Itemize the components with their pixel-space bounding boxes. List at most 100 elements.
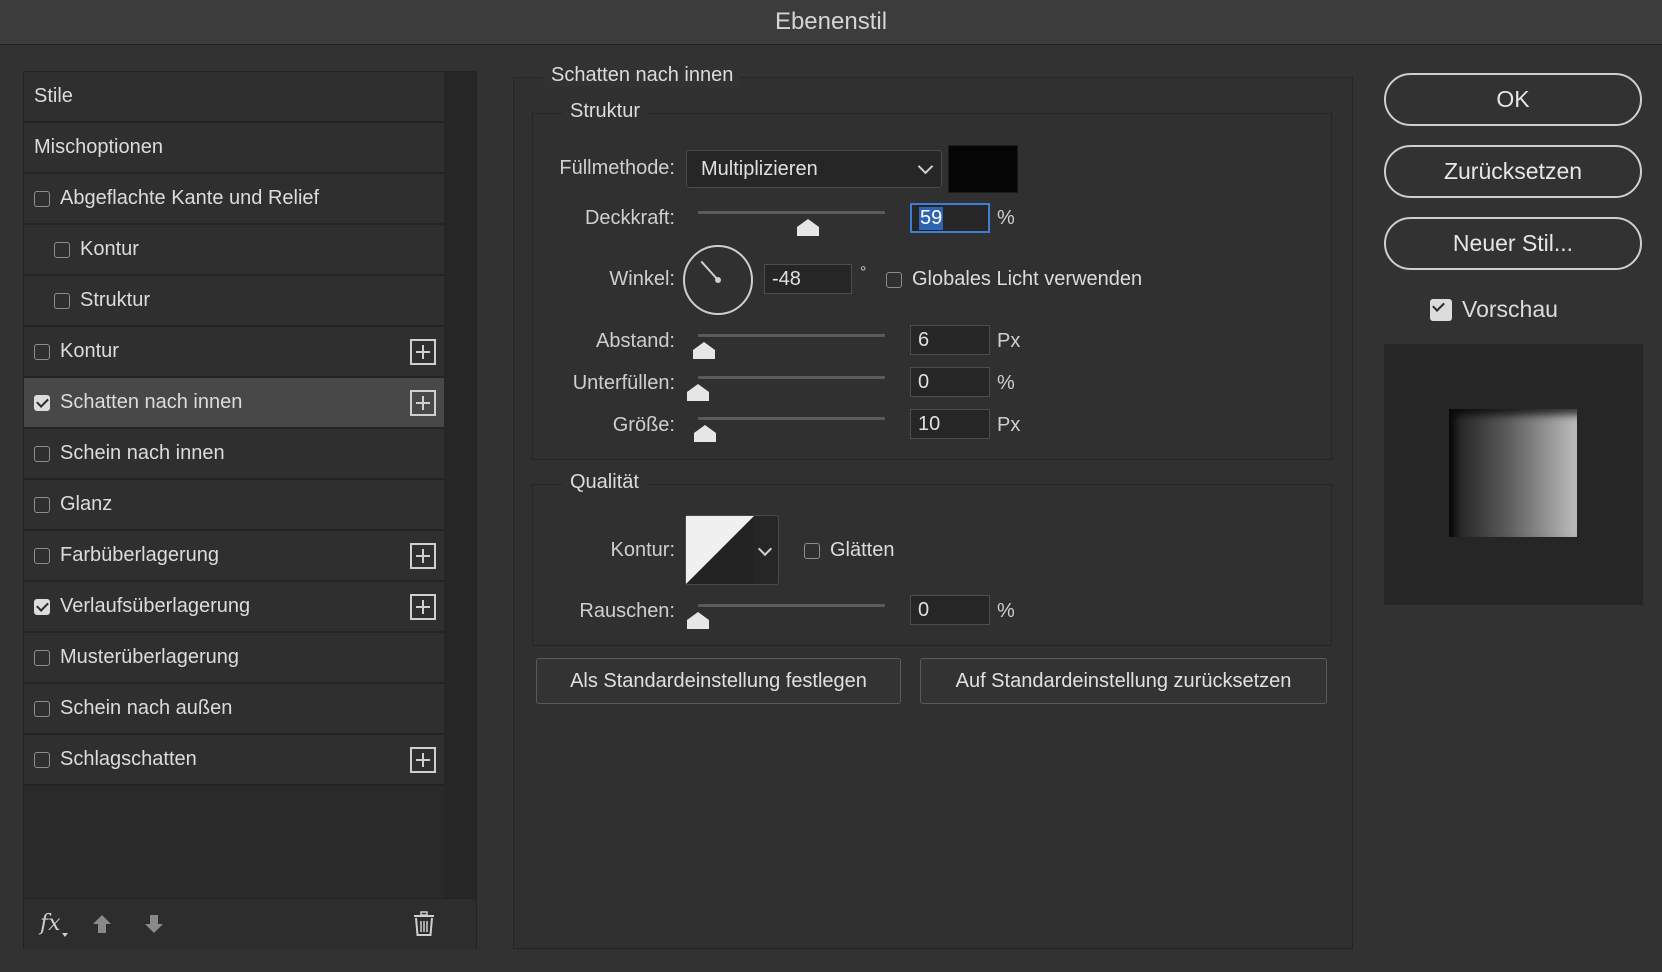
distance-input[interactable]: 6 — [910, 325, 990, 355]
opacity-unit: % — [997, 207, 1015, 229]
preview-checkbox[interactable]: Vorschau — [1430, 296, 1558, 323]
opacity-slider[interactable] — [698, 207, 885, 236]
style-item[interactable]: Musterüberlagerung — [24, 633, 444, 684]
trash-icon[interactable] — [412, 911, 436, 937]
panel-title: Schatten nach innen — [543, 64, 742, 87]
distance-slider[interactable] — [692, 330, 885, 359]
style-item[interactable]: Schein nach innen — [24, 429, 444, 480]
antialias-checkbox[interactable]: Glätten — [804, 539, 894, 562]
style-checkbox[interactable] — [34, 751, 50, 768]
style-checkbox[interactable] — [34, 445, 50, 462]
choke-label: Unterfüllen: — [572, 372, 675, 394]
style-item[interactable]: Kontur — [24, 225, 444, 276]
blend-mode-select[interactable]: Multiplizieren — [686, 150, 942, 188]
add-style-plus-icon[interactable] — [410, 339, 436, 365]
add-style-plus-icon[interactable] — [410, 594, 436, 620]
style-checkbox[interactable] — [34, 700, 50, 717]
style-checkbox[interactable] — [34, 598, 50, 615]
choke-input[interactable]: 0 — [910, 367, 990, 397]
noise-slider[interactable] — [687, 600, 885, 629]
size-slider-thumb[interactable] — [694, 425, 717, 442]
style-item-label: Schein nach innen — [60, 442, 225, 464]
opacity-slider-thumb[interactable] — [797, 219, 820, 236]
ok-button[interactable]: OK — [1384, 73, 1642, 126]
window-title: Ebenenstil — [774, 8, 888, 35]
style-checkbox[interactable] — [54, 292, 70, 309]
style-item[interactable]: Schlagschatten — [24, 735, 444, 786]
antialias-checkbox-box[interactable] — [804, 542, 820, 559]
size-value: 10 — [918, 412, 941, 435]
style-item[interactable]: Glanz — [24, 480, 444, 531]
choke-value: 0 — [918, 370, 930, 393]
style-checkbox[interactable] — [34, 343, 50, 360]
new-style-button[interactable]: Neuer Stil... — [1384, 217, 1642, 270]
style-item[interactable]: Struktur — [24, 276, 444, 327]
style-item[interactable]: Verlaufsüberlagerung — [24, 582, 444, 633]
global-light-checkbox[interactable]: Globales Licht verwenden — [886, 268, 1142, 291]
opacity-value: 59 — [919, 206, 944, 230]
style-item-label: Mischoptionen — [34, 136, 163, 158]
contour-picker[interactable] — [685, 515, 779, 585]
style-checkbox[interactable] — [34, 547, 50, 564]
distance-label: Abstand: — [596, 330, 675, 352]
style-item[interactable]: Farbüberlagerung — [24, 531, 444, 582]
size-label: Größe: — [612, 414, 675, 436]
distance-slider-track — [698, 334, 885, 337]
noise-slider-track — [698, 604, 885, 607]
shadow-color-swatch[interactable] — [948, 145, 1018, 193]
style-item[interactable]: Abgeflachte Kante und Relief — [24, 174, 444, 225]
style-item[interactable]: Schein nach außen — [24, 684, 444, 735]
distance-unit: Px — [997, 330, 1021, 352]
move-up-icon[interactable] — [91, 913, 113, 935]
opacity-input[interactable]: 59 — [910, 203, 990, 233]
blend-mode-label: Füllmethode: — [559, 157, 675, 179]
size-slider[interactable] — [694, 413, 885, 442]
style-checkbox[interactable] — [54, 241, 70, 258]
global-light-checkbox-box[interactable] — [886, 271, 902, 288]
angle-unit: ° — [860, 264, 867, 281]
chevron-down-icon — [757, 541, 773, 557]
add-style-plus-icon[interactable] — [410, 747, 436, 773]
choke-unit: % — [997, 372, 1015, 394]
move-down-icon[interactable] — [143, 913, 165, 935]
set-default-button[interactable]: Als Standardeinstellung festlegen — [536, 658, 901, 704]
style-checkbox[interactable] — [34, 496, 50, 513]
choke-slider-track — [698, 376, 885, 379]
add-style-plus-icon[interactable] — [410, 390, 436, 416]
style-item[interactable]: Mischoptionen — [24, 123, 444, 174]
style-checkbox[interactable] — [34, 394, 50, 411]
noise-slider-thumb[interactable] — [687, 612, 709, 629]
quality-group-title: Qualität — [562, 471, 647, 494]
styles-list-scrollbar[interactable] — [444, 72, 476, 898]
distance-slider-thumb[interactable] — [692, 342, 715, 359]
window-title-bar: Ebenenstil — [0, 0, 1662, 45]
style-item[interactable]: Kontur — [24, 327, 444, 378]
fx-menu-button[interactable]: fx — [40, 911, 61, 936]
blend-mode-value: Multiplizieren — [701, 157, 818, 180]
style-item-label: Abgeflachte Kante und Relief — [60, 187, 320, 209]
chevron-down-icon — [917, 158, 934, 175]
preview-checkbox-box[interactable] — [1430, 298, 1452, 321]
angle-needle-icon — [700, 260, 721, 283]
reset-default-button[interactable]: Auf Standardeinstellung zurücksetzen — [920, 658, 1327, 704]
style-item[interactable]: Schatten nach innen — [24, 378, 444, 429]
angle-dial[interactable] — [683, 245, 753, 315]
choke-slider-thumb[interactable] — [687, 384, 709, 401]
style-item-label: Kontur — [80, 238, 139, 260]
size-input[interactable]: 10 — [910, 409, 990, 439]
style-checkbox[interactable] — [34, 190, 50, 207]
size-slider-track — [698, 417, 885, 420]
style-item-label: Verlaufsüberlagerung — [60, 595, 251, 617]
global-light-label: Globales Licht verwenden — [912, 268, 1143, 290]
angle-input[interactable]: -48 — [764, 264, 852, 294]
style-item[interactable]: Stile — [24, 72, 444, 123]
style-item-label: Schlagschatten — [60, 748, 197, 770]
style-checkbox[interactable] — [34, 649, 50, 666]
reset-button[interactable]: Zurücksetzen — [1384, 145, 1642, 198]
style-item-label: Struktur — [80, 289, 151, 311]
choke-slider[interactable] — [687, 372, 885, 401]
fx-caret-icon — [62, 933, 68, 937]
noise-input[interactable]: 0 — [910, 595, 990, 625]
add-style-plus-icon[interactable] — [410, 543, 436, 569]
style-item-label: Farbüberlagerung — [60, 544, 219, 566]
